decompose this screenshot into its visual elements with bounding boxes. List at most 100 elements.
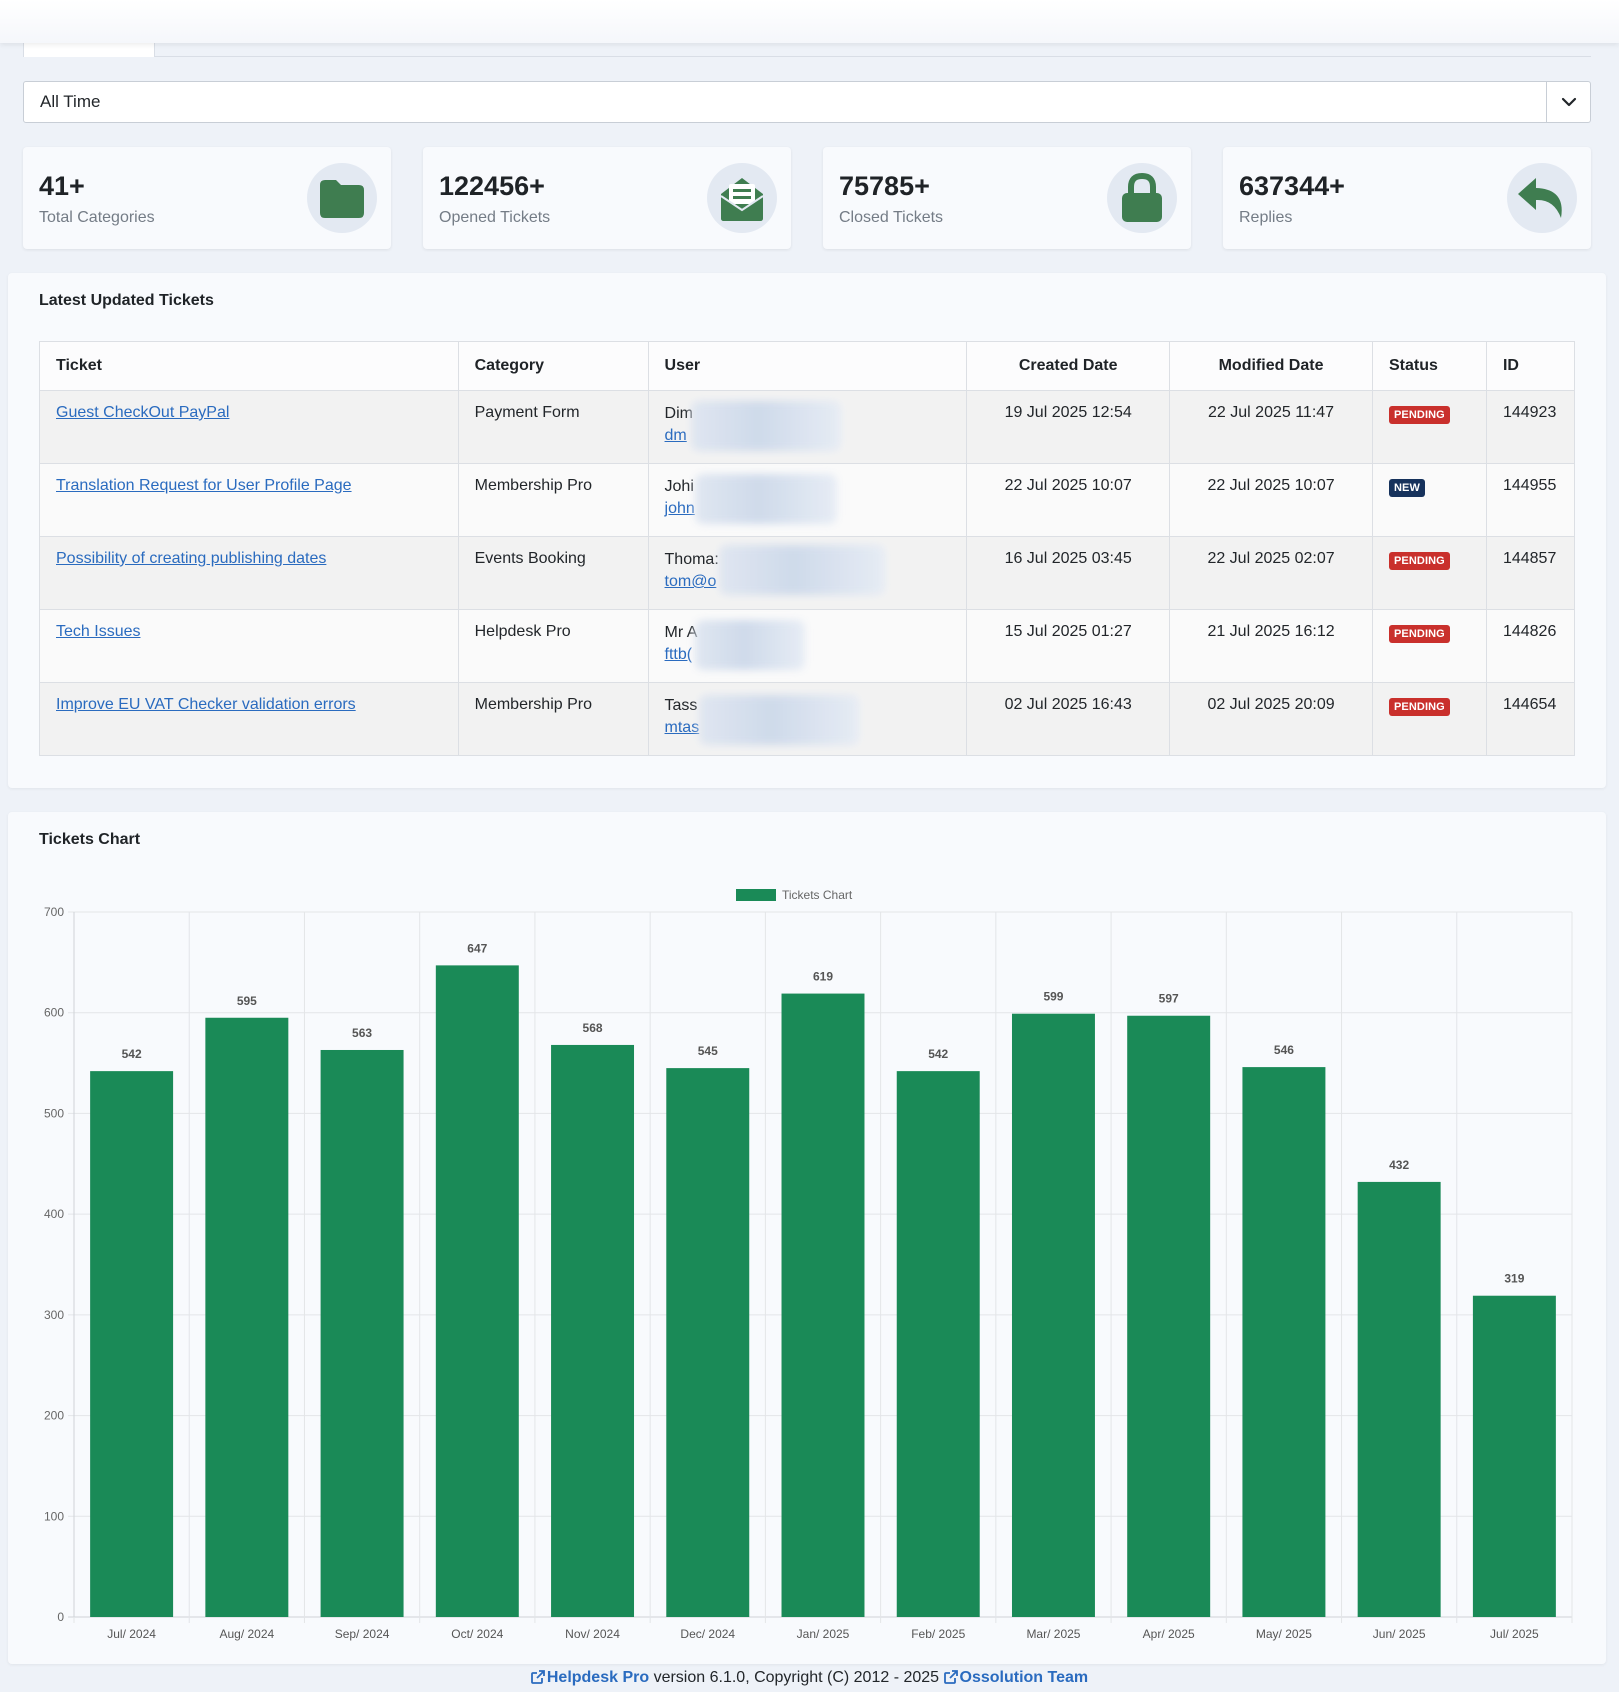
bar-value-label: 647 xyxy=(467,941,487,955)
stat-card-closed: 75785+ Closed Tickets xyxy=(823,147,1191,249)
footer-version-text: version 6.1.0, Copyright (C) 2012 - 2025 xyxy=(653,1669,940,1686)
legend-swatch xyxy=(736,889,776,901)
table-row: Improve EU VAT Checker validation errors… xyxy=(39,682,1576,756)
ticket-link[interactable]: Translation Request for User Profile Pag… xyxy=(56,477,352,494)
latest-tickets-panel: Latest Updated Tickets Ticket Category U… xyxy=(8,273,1606,788)
bar xyxy=(1357,1181,1441,1617)
redaction-blur xyxy=(698,695,859,745)
y-tick-label: 100 xyxy=(44,1509,64,1523)
stat-card-replies: 637344+ Replies xyxy=(1223,147,1591,249)
column-header-user[interactable]: User xyxy=(647,341,968,391)
column-header-created[interactable]: Created Date xyxy=(966,341,1171,391)
ticket-id: 144826 xyxy=(1485,609,1576,683)
bar xyxy=(1242,1067,1326,1617)
time-range-select[interactable]: All Time xyxy=(23,81,1591,123)
y-tick-label: 200 xyxy=(44,1409,64,1423)
x-tick-label: Dec/ 2024 xyxy=(680,1627,735,1641)
redaction-blur xyxy=(690,401,841,451)
ticket-link[interactable]: Tech Issues xyxy=(56,623,140,640)
x-tick-label: Feb/ 2025 xyxy=(911,1627,965,1641)
x-tick-label: Nov/ 2024 xyxy=(565,1627,620,1641)
chevron-down-icon[interactable] xyxy=(1546,82,1590,122)
modified-date: 22 Jul 2025 02:07 xyxy=(1169,536,1373,610)
x-tick-label: Apr/ 2025 xyxy=(1143,1627,1195,1641)
ticket-id: 144857 xyxy=(1485,536,1576,610)
ticket-category: Membership Pro xyxy=(457,682,649,756)
created-date: 19 Jul 2025 12:54 xyxy=(966,390,1171,464)
status-badge: PENDING xyxy=(1388,552,1450,570)
x-tick-label: Jul/ 2025 xyxy=(1490,1627,1539,1641)
x-tick-label: Sep/ 2024 xyxy=(335,1627,390,1641)
redaction-blur xyxy=(694,474,837,524)
bar-value-label: 542 xyxy=(928,1047,948,1061)
top-toolbar xyxy=(0,0,1619,43)
column-header-ticket[interactable]: Ticket xyxy=(39,341,459,391)
ticket-category: Membership Pro xyxy=(457,463,649,537)
stat-value: 122456+ xyxy=(439,171,545,201)
x-tick-label: Oct/ 2024 xyxy=(451,1627,503,1641)
external-link-icon xyxy=(530,1670,545,1684)
reply-icon xyxy=(1518,178,1562,218)
table-row: Tech Issues Helpdesk Pro Mr A fttb( 15 J… xyxy=(39,609,1576,683)
stat-value: 637344+ xyxy=(1239,171,1345,201)
redaction-blur xyxy=(718,545,885,595)
bar xyxy=(205,1017,289,1617)
bar xyxy=(320,1049,404,1617)
bar-value-label: 595 xyxy=(237,994,257,1008)
helpdesk-pro-link[interactable]: Helpdesk Pro xyxy=(547,1669,649,1686)
y-tick-label: 300 xyxy=(44,1308,64,1322)
ossolution-team-link[interactable]: Ossolution Team xyxy=(960,1669,1089,1686)
x-tick-label: Jun/ 2025 xyxy=(1373,1627,1426,1641)
column-header-modified[interactable]: Modified Date xyxy=(1169,341,1373,391)
created-date: 22 Jul 2025 10:07 xyxy=(966,463,1171,537)
redaction-blur xyxy=(694,620,805,670)
y-tick-label: 700 xyxy=(44,905,64,919)
column-header-status[interactable]: Status xyxy=(1371,341,1487,391)
table-header-row: Ticket Category User Created Date Modifi… xyxy=(39,341,1576,391)
ticket-id: 144955 xyxy=(1485,463,1576,537)
column-header-id[interactable]: ID xyxy=(1485,341,1576,391)
status-badge: PENDING xyxy=(1388,698,1450,716)
bar xyxy=(90,1071,174,1617)
table-row: Guest CheckOut PayPal Payment Form Dim d… xyxy=(39,390,1576,464)
ticket-category: Events Booking xyxy=(457,536,649,610)
stat-card-categories: 41+ Total Categories xyxy=(23,147,391,249)
bar xyxy=(781,993,865,1617)
stat-card-opened: 122456+ Opened Tickets xyxy=(423,147,791,249)
envelope-open-icon xyxy=(720,178,764,221)
bar-value-label: 545 xyxy=(698,1044,718,1058)
y-tick-label: 400 xyxy=(44,1207,64,1221)
y-tick-label: 600 xyxy=(44,1006,64,1020)
stats-row: 41+ Total Categories 122456+ Opened Tick… xyxy=(23,147,1591,249)
ticket-link[interactable]: Possibility of creating publishing dates xyxy=(56,550,326,567)
x-tick-label: Jul/ 2024 xyxy=(107,1627,156,1641)
bar-value-label: 599 xyxy=(1043,990,1063,1004)
x-tick-label: Mar/ 2025 xyxy=(1026,1627,1080,1641)
bar xyxy=(666,1068,750,1617)
bar xyxy=(896,1071,980,1617)
stat-label: Total Categories xyxy=(39,209,155,226)
ticket-category: Payment Form xyxy=(457,390,649,464)
ticket-id: 144923 xyxy=(1485,390,1576,464)
bar-value-label: 432 xyxy=(1389,1158,1409,1172)
stat-label: Replies xyxy=(1239,209,1293,226)
tickets-chart: 0 100 200 300 400 500 600 700 542 Jul/ 2024 595 Aug… xyxy=(44,888,1573,1641)
modified-date: 02 Jul 2025 20:09 xyxy=(1169,682,1373,756)
modified-date: 21 Jul 2025 16:12 xyxy=(1169,609,1373,683)
status-badge: PENDING xyxy=(1388,625,1450,643)
tickets-table: Ticket Category User Created Date Modifi… xyxy=(39,341,1576,756)
bar-value-label: 563 xyxy=(352,1026,372,1040)
column-header-category[interactable]: Category xyxy=(457,341,649,391)
bar-value-label: 546 xyxy=(1274,1043,1294,1057)
ticket-link[interactable]: Improve EU VAT Checker validation errors xyxy=(56,696,356,713)
time-range-value: All Time xyxy=(40,92,101,111)
bar-value-label: 597 xyxy=(1159,992,1179,1006)
stat-label: Opened Tickets xyxy=(439,209,551,226)
bar-value-label: 619 xyxy=(813,970,833,984)
bar xyxy=(551,1044,635,1617)
bar xyxy=(1472,1295,1556,1617)
ticket-link[interactable]: Guest CheckOut PayPal xyxy=(56,404,229,421)
panel-title: Latest Updated Tickets xyxy=(39,292,214,309)
y-tick-label: 0 xyxy=(57,1610,64,1624)
created-date: 15 Jul 2025 01:27 xyxy=(966,609,1171,683)
